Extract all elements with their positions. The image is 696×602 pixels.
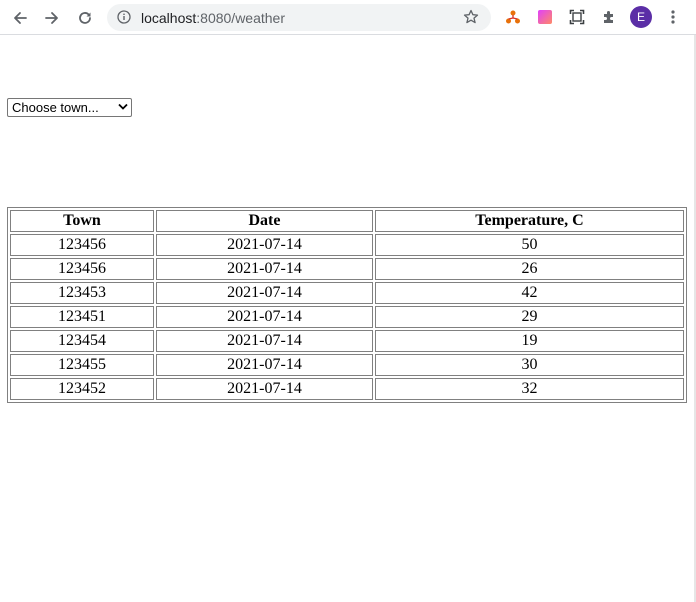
cell-date: 2021-07-14 [156, 378, 373, 400]
cell-town: 123452 [10, 378, 154, 400]
town-select-value: Choose town... [12, 100, 99, 115]
bookmark-star-icon[interactable] [463, 9, 479, 25]
cell-town: 123453 [10, 282, 154, 304]
browser-toolbar: localhost:8080/weather E [0, 0, 696, 35]
chevron-down-icon [118, 103, 128, 110]
cell-date: 2021-07-14 [156, 306, 373, 328]
back-button[interactable] [7, 5, 33, 31]
cell-temperature: 19 [375, 330, 684, 352]
info-icon[interactable] [117, 10, 131, 24]
capture-frame-icon [569, 9, 585, 25]
cell-town: 123451 [10, 306, 154, 328]
weather-table: Town Date Temperature, C 123456 2021-07-… [7, 207, 687, 403]
table-row: 123452 2021-07-14 32 [10, 378, 684, 400]
cell-date: 2021-07-14 [156, 354, 373, 376]
url-path: :8080/weather [196, 10, 285, 26]
profile-avatar[interactable]: E [630, 6, 652, 28]
table-row: 123451 2021-07-14 29 [10, 306, 684, 328]
table-row: 123456 2021-07-14 50 [10, 234, 684, 256]
cell-temperature: 30 [375, 354, 684, 376]
table-row: 123454 2021-07-14 19 [10, 330, 684, 352]
cell-town: 123456 [10, 258, 154, 280]
network-icon [506, 10, 520, 24]
header-temperature: Temperature, C [375, 210, 684, 232]
header-date: Date [156, 210, 373, 232]
town-select[interactable]: Choose town... [7, 98, 132, 117]
url-host: localhost [141, 10, 197, 26]
extension-network-icon[interactable] [504, 8, 522, 26]
cell-date: 2021-07-14 [156, 330, 373, 352]
table-header-row: Town Date Temperature, C [10, 210, 684, 232]
cell-temperature: 42 [375, 282, 684, 304]
arrow-right-icon [45, 12, 58, 24]
table-row: 123453 2021-07-14 42 [10, 282, 684, 304]
extension-gradient-icon[interactable] [536, 8, 554, 26]
cell-town: 123456 [10, 234, 154, 256]
extension-screenshot-icon[interactable] [568, 8, 586, 26]
cell-date: 2021-07-14 [156, 234, 373, 256]
cell-temperature: 32 [375, 378, 684, 400]
url-text[interactable]: localhost:8080/weather [141, 9, 285, 27]
extensions-button[interactable] [600, 8, 618, 26]
cell-town: 123454 [10, 330, 154, 352]
reload-button[interactable] [72, 5, 98, 31]
cell-temperature: 50 [375, 234, 684, 256]
table-row: 123456 2021-07-14 26 [10, 258, 684, 280]
cell-town: 123455 [10, 354, 154, 376]
browser-menu-button[interactable] [664, 8, 682, 26]
address-bar[interactable]: localhost:8080/weather [107, 4, 491, 31]
puzzle-icon [604, 11, 613, 23]
kebab-menu-icon [671, 10, 675, 24]
arrow-left-icon [14, 12, 27, 24]
table-row: 123455 2021-07-14 30 [10, 354, 684, 376]
forward-button[interactable] [39, 5, 65, 31]
cell-temperature: 26 [375, 258, 684, 280]
cell-date: 2021-07-14 [156, 258, 373, 280]
cell-temperature: 29 [375, 306, 684, 328]
gradient-square-icon [538, 10, 552, 24]
cell-date: 2021-07-14 [156, 282, 373, 304]
header-town: Town [10, 210, 154, 232]
reload-icon [79, 12, 91, 24]
